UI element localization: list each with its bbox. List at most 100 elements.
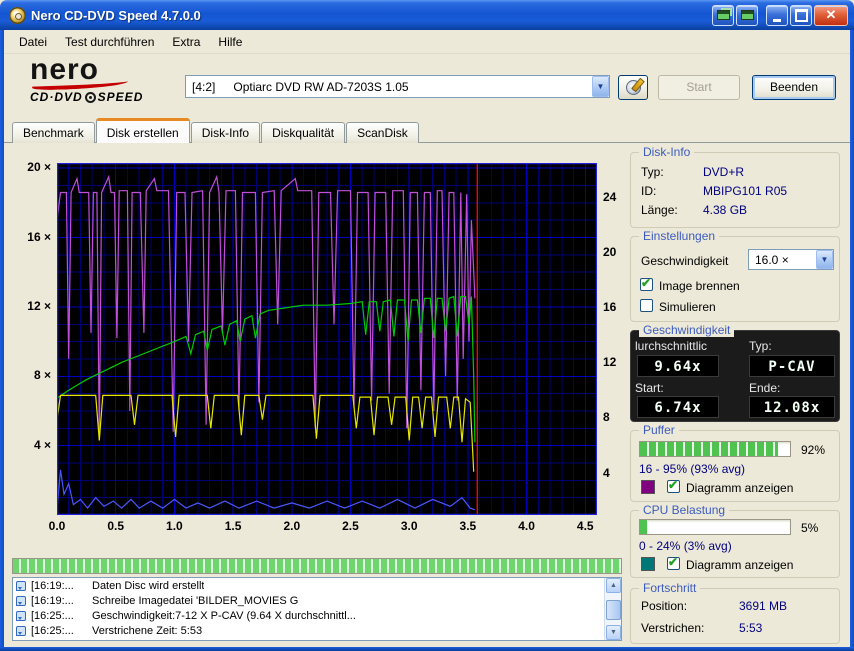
tab-scandisk[interactable]: ScanDisk	[346, 122, 419, 143]
chevron-down-icon[interactable]: ▼	[816, 250, 833, 269]
burn-chart-svg	[57, 163, 597, 515]
log-time: [16:19:...	[31, 579, 74, 592]
drive-select[interactable]: [4:2] Optiarc DVD RW AD-7203S 1.05 ▼	[185, 75, 610, 98]
chart-x-axis: 0.0 0.5 1.0 1.5 2.0 2.5 3.0 3.5 4.0 4.5	[49, 519, 605, 533]
quit-button[interactable]: Beenden	[752, 75, 836, 100]
tab-disk-erstellen[interactable]: Disk erstellen	[95, 118, 190, 143]
group-puffer: Puffer 92% 16 - 95% (93% avg) Diagramm a…	[630, 423, 840, 502]
group-fortschritt: Fortschritt Position: 3691 MB Verstriche…	[630, 581, 840, 644]
scroll-down-icon[interactable]: ▼	[606, 625, 621, 640]
tab-disk-info[interactable]: Disk-Info	[190, 122, 261, 143]
position-value: 3691 MB	[739, 599, 788, 613]
chart-right-axis: 4 8 12 16 20 24	[601, 163, 629, 515]
buffer-progressbar	[639, 441, 791, 457]
axis-tick-label: 12 ×	[27, 298, 51, 313]
log-text: Schreibe Imagedatei 'BILDER_MOVIES G	[92, 594, 299, 607]
close-button[interactable]: ✕	[814, 4, 848, 26]
axis-tick-label: 4.5	[576, 519, 594, 533]
axis-tick-label: 4	[603, 465, 610, 480]
axis-tick-label: 0.5	[107, 519, 125, 533]
log-item[interactable]: [16:19:... Daten Disc wird erstellt	[13, 578, 621, 593]
disk-type-value: DVD+R	[703, 165, 745, 179]
nero-logo: nero CD·DVD SPEED	[30, 55, 190, 108]
group-title: CPU Belastung	[639, 503, 730, 517]
titlebar-tool-button-2[interactable]	[736, 4, 758, 26]
logo-sub-left: CD·DVD	[30, 90, 83, 104]
group-title: Fortschritt	[639, 581, 701, 595]
axis-tick-label: 1.0	[166, 519, 183, 533]
log-scrollbar[interactable]: ▲ ▼	[604, 578, 621, 640]
axis-tick-label: 2.0	[283, 519, 301, 533]
start-speed-label: Start:	[635, 381, 664, 395]
avg-speed-lcd: 9.64x	[637, 355, 719, 377]
speed-select-label: Geschwindigkeit	[641, 254, 729, 268]
disk-length-value: 4.38 GB	[703, 203, 748, 217]
start-button[interactable]: Start	[658, 75, 740, 100]
simulate-checkbox[interactable]	[640, 299, 653, 312]
elapsed-value: 5:53	[739, 621, 763, 635]
log-info-icon	[16, 610, 26, 621]
buffer-range: 16 - 95% (93% avg)	[639, 462, 746, 476]
disk-id-label: ID:	[641, 184, 657, 198]
scroll-thumb[interactable]	[606, 600, 621, 620]
simulate-label: Simulieren	[659, 300, 716, 314]
axis-tick-label: 3.5	[459, 519, 477, 533]
titlebar-tool-button-1[interactable]	[712, 4, 734, 26]
cpu-diagram-label: Diagramm anzeigen	[686, 558, 794, 572]
group-title: Einstellungen	[639, 229, 720, 243]
menu-datei[interactable]: Datei	[10, 32, 56, 52]
scroll-up-icon[interactable]: ▲	[606, 578, 621, 593]
chevron-down-icon[interactable]: ▼	[592, 76, 609, 97]
maximize-button[interactable]	[790, 4, 812, 26]
window-title: Nero CD-DVD Speed 4.7.0.0	[31, 7, 201, 23]
window-green-icon	[740, 10, 754, 20]
buffer-color-swatch	[641, 480, 655, 494]
start-speed-lcd: 6.74x	[637, 396, 719, 418]
speed-type-label: Typ:	[749, 339, 772, 353]
log-item[interactable]: [16:25:... Verstrichene Zeit: 5:53	[13, 623, 621, 638]
burn-chart	[57, 163, 597, 515]
maximize-icon	[791, 6, 811, 25]
position-label: Position:	[641, 599, 688, 613]
menubar: Datei Test durchführen Extra Hilfe	[4, 30, 850, 54]
window-frame	[0, 28, 4, 651]
axis-tick-label: 2.5	[342, 519, 359, 533]
buffer-diagram-label: Diagramm anzeigen	[686, 481, 794, 495]
tab-diskqualitaet[interactable]: Diskqualität	[261, 122, 346, 143]
cpu-color-swatch	[641, 557, 655, 571]
menu-test-durchfuehren[interactable]: Test durchführen	[56, 32, 163, 52]
axis-tick-label: 0.0	[48, 519, 66, 533]
tab-benchmark[interactable]: Benchmark	[12, 122, 95, 143]
write-disc-icon	[625, 80, 641, 95]
group-cpu: CPU Belastung 5% 0 - 24% (3% avg) Diagra…	[630, 503, 840, 578]
titlebar[interactable]: Nero CD-DVD Speed 4.7.0.0 ✕	[0, 0, 854, 30]
axis-tick-label: 8 ×	[33, 368, 51, 383]
minimize-icon	[767, 6, 787, 25]
cpu-percent: 5%	[801, 521, 819, 535]
speed-select[interactable]: 16.0 × ▼	[748, 249, 834, 270]
image-burn-checkbox[interactable]	[640, 276, 653, 291]
burn-tool-button[interactable]	[618, 75, 648, 100]
cpu-diagram-checkbox[interactable]	[667, 555, 680, 570]
log-time: [16:25:...	[31, 609, 74, 622]
app-disc-icon	[9, 6, 26, 24]
log-text: Verstrichene Zeit: 5:53	[92, 624, 203, 637]
elapsed-label: Verstrichen:	[641, 621, 705, 635]
chart-left-axis: 4 × 8 × 12 × 16 × 20 ×	[8, 160, 54, 515]
log-info-icon	[16, 580, 26, 591]
buffer-progress-fill	[640, 442, 778, 456]
log-item[interactable]: [16:25:... Geschwindigkeit:7-12 X P-CAV …	[13, 608, 621, 623]
speed-type-lcd: P-CAV	[749, 355, 835, 377]
menu-hilfe[interactable]: Hilfe	[209, 32, 251, 52]
axis-tick-label: 4.0	[518, 519, 535, 533]
minimize-button[interactable]	[766, 4, 788, 26]
disk-id-value: MBIPG101 R05	[703, 184, 788, 198]
menu-extra[interactable]: Extra	[163, 32, 209, 52]
log-item[interactable]: [16:19:... Schreibe Imagedatei 'BILDER_M…	[13, 593, 621, 608]
buffer-diagram-checkbox[interactable]	[667, 478, 680, 493]
tabstrip: Benchmark Disk erstellen Disk-Info Diskq…	[12, 118, 419, 143]
log-time: [16:19:...	[31, 594, 74, 607]
windows-green-icon	[716, 10, 730, 20]
cpu-range: 0 - 24% (3% avg)	[639, 539, 732, 553]
log-list: [16:19:... Daten Disc wird erstellt [16:…	[12, 577, 622, 641]
